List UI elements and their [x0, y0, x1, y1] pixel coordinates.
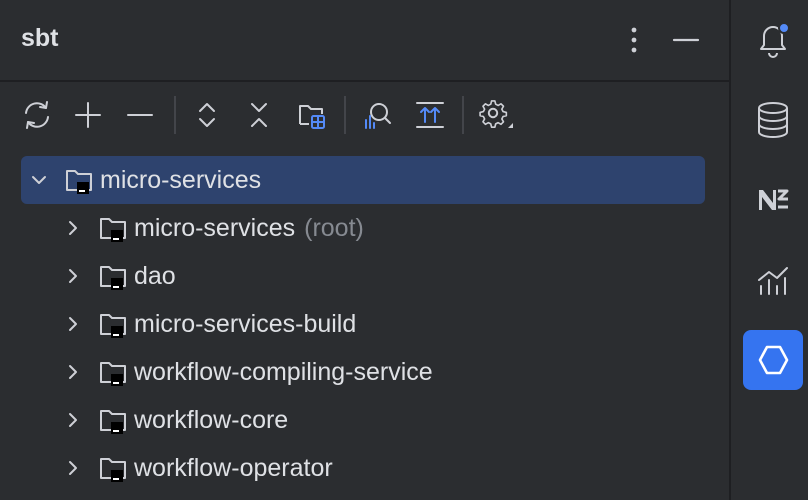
tree-node-label: workflow-core — [134, 405, 289, 434]
sort-icon[interactable] — [410, 92, 450, 138]
database-icon[interactable] — [743, 90, 803, 150]
n2-icon[interactable] — [743, 170, 803, 230]
module-folder-icon[interactable] — [292, 92, 332, 138]
tree-node[interactable]: workflow-compiling-service — [60, 348, 433, 396]
module-folder-icon — [96, 307, 130, 341]
module-folder-icon — [96, 451, 130, 485]
expand-all-icon[interactable] — [187, 92, 227, 138]
plus-icon[interactable] — [68, 92, 108, 138]
tree-node[interactable]: micro-services-build — [60, 300, 356, 348]
tree-node-label: micro-services-build — [134, 309, 357, 338]
analyze-icon[interactable] — [357, 92, 397, 138]
tree-node-root[interactable]: micro-services — [21, 156, 705, 204]
chevron-right-icon[interactable] — [60, 311, 86, 337]
toolbar-separator — [462, 96, 464, 134]
module-folder-icon — [96, 211, 130, 245]
sbt-tool-window: sbt micro-services micro-services (root)… — [0, 0, 729, 500]
chevron-down-icon[interactable] — [26, 167, 52, 193]
module-folder-icon — [96, 259, 130, 293]
tree-node[interactable]: dao — [60, 252, 176, 300]
chevron-right-icon[interactable] — [60, 359, 86, 385]
hide-icon[interactable] — [668, 22, 704, 58]
module-folder-icon — [96, 355, 130, 389]
tree-node-label: dao — [134, 261, 176, 290]
chevron-right-icon[interactable] — [60, 407, 86, 433]
sbt-toolbar — [0, 92, 729, 138]
tree-node[interactable]: micro-services (root) — [60, 204, 364, 252]
tool-window-title: sbt — [21, 24, 59, 52]
tree-node[interactable]: workflow-operator — [60, 444, 333, 492]
tree-node[interactable]: workflow-core — [60, 396, 288, 444]
more-options-icon[interactable] — [616, 22, 652, 58]
chevron-right-icon[interactable] — [60, 215, 86, 241]
chevron-right-icon[interactable] — [60, 455, 86, 481]
tool-window-header: sbt — [0, 0, 729, 82]
module-folder-icon — [96, 403, 130, 437]
tree-node-label: workflow-operator — [134, 453, 333, 482]
chevron-right-icon[interactable] — [60, 263, 86, 289]
collapse-all-icon[interactable] — [239, 92, 279, 138]
sbt-icon[interactable] — [743, 330, 803, 390]
right-tool-stripe — [729, 0, 808, 500]
minus-icon[interactable] — [120, 92, 160, 138]
toolbar-separator — [174, 96, 176, 134]
module-folder-icon — [62, 163, 96, 197]
profiler-icon[interactable] — [743, 250, 803, 310]
tree-node-label: micro-services — [134, 213, 296, 242]
tree-node-label: micro-services — [100, 165, 262, 194]
tree-node-suffix: (root) — [304, 213, 364, 242]
notifications-icon[interactable] — [743, 10, 803, 70]
tree-node-label: workflow-compiling-service — [134, 357, 433, 386]
settings-icon[interactable] — [475, 92, 515, 138]
reload-icon[interactable] — [17, 92, 57, 138]
toolbar-separator — [344, 96, 346, 134]
